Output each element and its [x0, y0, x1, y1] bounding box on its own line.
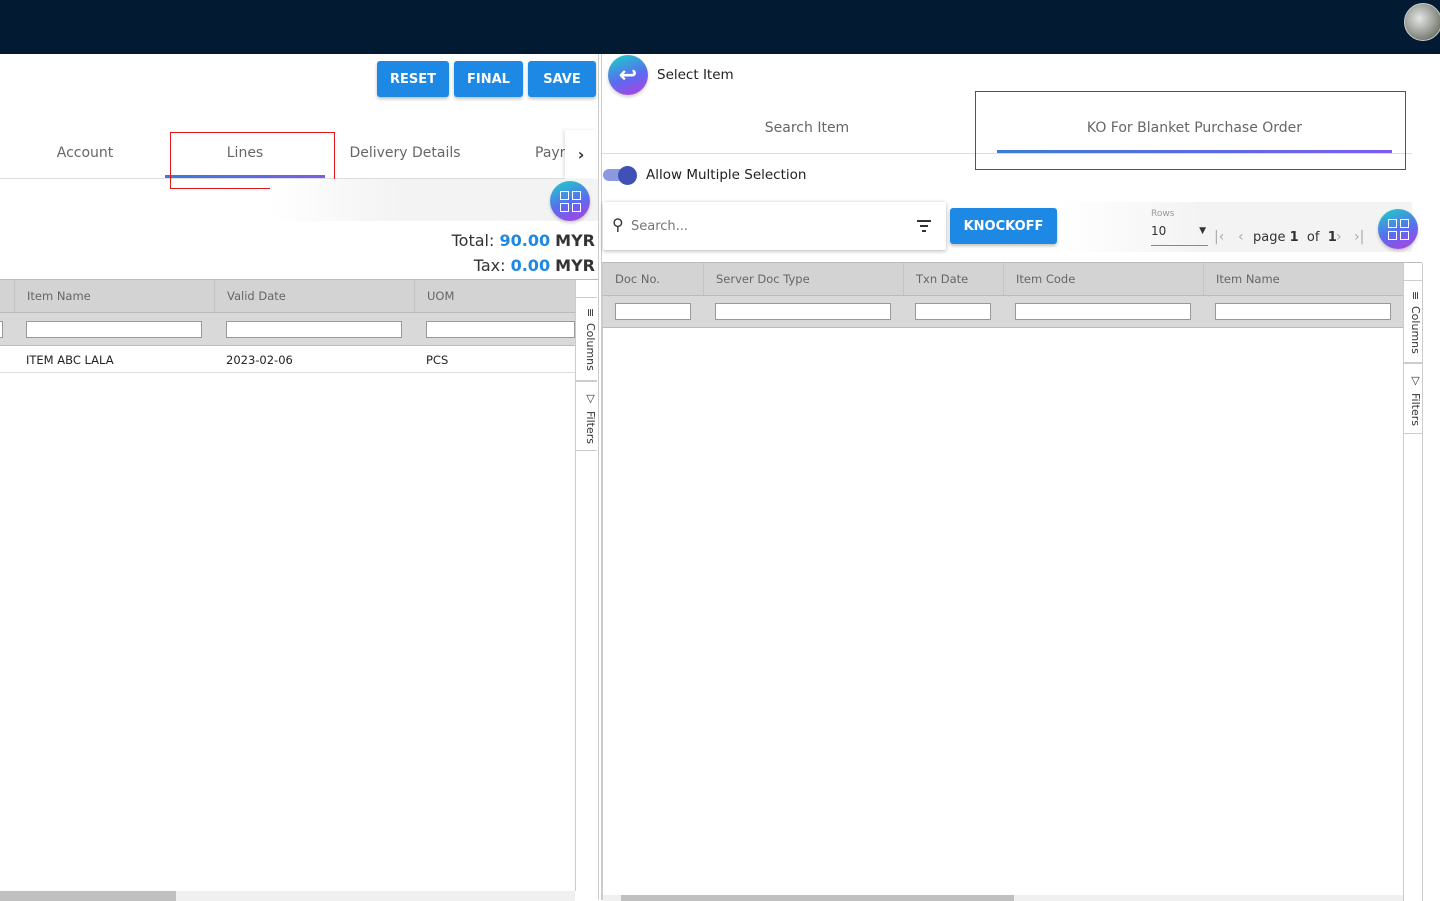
columns-label: Columns	[584, 323, 597, 372]
col-server-doc-type[interactable]: Server Doc Type	[703, 263, 903, 295]
save-button[interactable]: SAVE	[528, 61, 596, 97]
filters-label: Filters	[1409, 393, 1422, 426]
first-page-icon[interactable]: |‹	[1214, 229, 1224, 245]
grid-icon	[1387, 218, 1409, 240]
reset-button[interactable]: RESET	[377, 61, 449, 97]
dropdown-arrow-icon: ▼	[1199, 226, 1206, 236]
rows-label: Rows	[1151, 209, 1175, 219]
panel-title: Select Item	[657, 67, 734, 83]
cell-item-name: ITEM ABC LALA	[26, 353, 114, 367]
grid-header: Doc No. Server Doc Type Txn Date Item Co…	[603, 263, 1403, 296]
ko-grid: Doc No. Server Doc Type Txn Date Item Co…	[602, 262, 1423, 901]
col-valid-date[interactable]: Valid Date	[214, 280, 414, 312]
filters-panel-toggle[interactable]: ▽ Filters	[576, 381, 597, 451]
grid-icon	[559, 190, 581, 212]
grid-side-bar: ≡ Columns ▽ Filters	[1403, 263, 1423, 901]
grid-layout-button[interactable]	[1378, 209, 1418, 249]
prev-page-icon[interactable]: ‹	[1238, 229, 1244, 245]
filters-panel-toggle[interactable]: ▽ Filters	[1404, 363, 1422, 434]
filter-txn-date[interactable]	[915, 303, 991, 320]
last-page-icon[interactable]: ›|	[1354, 229, 1364, 245]
tab-payment-label: Payr	[535, 145, 565, 161]
filters-label: Filters	[584, 411, 597, 444]
rows-select[interactable]: 10 ▼	[1151, 224, 1208, 246]
back-button[interactable]: ↩	[608, 55, 648, 95]
rows-value: 10	[1151, 224, 1167, 238]
filter-server-doc-type[interactable]	[715, 303, 891, 320]
filter-icon: ▽	[1409, 374, 1422, 387]
col-txn-date[interactable]: Txn Date	[903, 263, 1003, 295]
search-box: ⚲	[603, 202, 946, 250]
tab-account[interactable]: Account	[5, 145, 165, 161]
columns-label: Columns	[1409, 306, 1422, 355]
allow-multiple-toggle[interactable]	[603, 166, 637, 185]
toolbar-strip	[270, 179, 598, 221]
tab-delivery-details[interactable]: Delivery Details	[325, 145, 485, 161]
col-item-name[interactable]: Item Name	[1203, 263, 1403, 295]
filter-uom[interactable]	[426, 321, 575, 338]
search-input[interactable]	[631, 214, 901, 238]
tab-search-item[interactable]: Search Item	[602, 120, 1012, 136]
back-arrow-icon: ↩	[618, 62, 638, 88]
grid-side-bar: ≡ Columns ▽ Filters	[575, 280, 597, 891]
total-amount: Total: 90.00 MYR	[451, 231, 595, 250]
chevron-right-icon: ›	[577, 144, 585, 164]
avatar[interactable]	[1404, 3, 1440, 41]
final-button[interactable]: FINAL	[454, 61, 523, 97]
highlight-box	[975, 91, 1406, 170]
col-uom[interactable]: UOM	[414, 280, 575, 312]
allow-multiple-label: Allow Multiple Selection	[646, 167, 807, 183]
next-page-icon[interactable]: ›	[1336, 229, 1342, 245]
top-bar	[0, 0, 1440, 54]
scrollbar-thumb[interactable]	[621, 895, 1014, 901]
filter-row	[603, 296, 1403, 328]
grid-header: Item Name Valid Date UOM	[0, 280, 575, 313]
columns-icon: ≡	[1409, 291, 1422, 301]
columns-icon: ≡	[584, 308, 597, 318]
filter-row	[0, 313, 575, 346]
filter-icon: ▽	[584, 392, 597, 405]
tax-amount: Tax: 0.00 MYR	[473, 256, 595, 275]
filter-input[interactable]	[0, 321, 3, 338]
col-item-name[interactable]: Item Name	[14, 280, 214, 312]
filter-item-name[interactable]	[26, 321, 202, 338]
cell-uom: PCS	[426, 353, 449, 367]
filter-valid-date[interactable]	[226, 321, 402, 338]
page-info: page 1 of 1	[1253, 230, 1337, 245]
col-item-code[interactable]: Item Code	[1003, 263, 1203, 295]
filter-item-name[interactable]	[1215, 303, 1391, 320]
filter-list-icon[interactable]	[917, 220, 931, 232]
filter-item-code[interactable]	[1015, 303, 1191, 320]
table-row[interactable]: ITEM ABC LALA 2023-02-06 PCS	[0, 346, 575, 373]
columns-panel-toggle[interactable]: ≡ Columns	[1404, 280, 1422, 363]
lines-grid: Item Name Valid Date UOM ITEM ABC LALA 2…	[0, 279, 598, 901]
grid-layout-button[interactable]	[550, 181, 590, 221]
cell-valid-date: 2023-02-06	[226, 353, 293, 367]
tab-payment[interactable]: Payr	[485, 145, 565, 165]
col-doc-no[interactable]: Doc No.	[603, 263, 703, 295]
columns-panel-toggle[interactable]: ≡ Columns	[576, 297, 597, 381]
knockoff-button[interactable]: KNOCKOFF	[950, 208, 1057, 244]
horizontal-scrollbar[interactable]	[603, 895, 1403, 901]
filter-doc-no[interactable]	[615, 303, 691, 320]
tabs-scroll-right-button[interactable]: ›	[565, 130, 597, 178]
search-icon: ⚲	[612, 215, 624, 234]
pager-bar: Rows 10 ▼ |‹ ‹ page 1 of 1 › ›|	[1060, 202, 1412, 252]
